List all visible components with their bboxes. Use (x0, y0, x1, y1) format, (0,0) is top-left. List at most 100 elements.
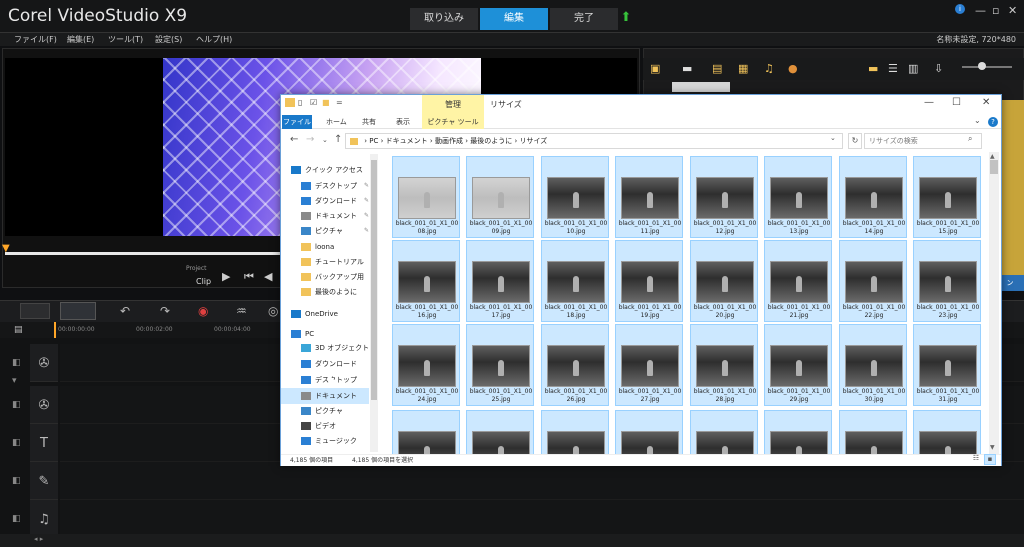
file-item[interactable]: black_001_01_X1_0012.jpg (690, 156, 758, 238)
nav-item[interactable]: ドキュメント ✎ (281, 208, 369, 224)
address-bar[interactable]: › PC › ドキュメント › 動画作成 › 最後のように › リサイズ (345, 133, 843, 149)
file-item[interactable]: black_001_01_X1_0030.jpg (839, 324, 907, 406)
maximize-button[interactable]: ☐ (952, 97, 961, 108)
undo-icon[interactable]: ↶ (120, 304, 130, 318)
breadcrumb-video-creation[interactable]: 動画作成 (435, 137, 463, 145)
scroll-down-icon[interactable]: ▼ (990, 444, 995, 451)
voice-track[interactable] (60, 462, 1024, 500)
file-item[interactable]: black_001_01_X1_0011.jpg (615, 156, 683, 238)
file-item[interactable]: black_001_01_X1_0022.jpg (839, 240, 907, 322)
info-icon[interactable]: i (955, 4, 965, 14)
file-item[interactable]: black_001_01_X1_0020.jpg (690, 240, 758, 322)
scrub-handle[interactable]: ▼ (2, 243, 12, 254)
track-expand-icon[interactable]: ▾ (12, 376, 17, 386)
search-input[interactable]: リサイズの検索 (864, 133, 982, 149)
refresh-icon[interactable]: ↻ (848, 133, 862, 149)
nav-item[interactable]: 3D オブジェクト (281, 340, 369, 356)
chevron-down-icon[interactable]: ⌄ (830, 134, 836, 142)
effects-icon[interactable]: ● (788, 62, 798, 75)
slider-knob[interactable] (978, 62, 986, 70)
nav-item[interactable]: クイック アクセス (281, 162, 369, 178)
scroll-up-icon[interactable]: ▲ (990, 153, 995, 160)
record-icon[interactable]: ◉ (198, 304, 208, 318)
chevron-down-icon[interactable]: ⌄ (974, 116, 981, 125)
nav-item[interactable]: バックアップ用 (281, 269, 369, 285)
file-item[interactable]: black_001_01_X1_0026.jpg (541, 324, 609, 406)
import-icon[interactable]: ⇩ (934, 62, 943, 75)
help-icon[interactable]: ? (988, 117, 998, 127)
track-toggle-icon[interactable]: ◧ (12, 400, 21, 410)
redo-icon[interactable]: ↷ (160, 304, 170, 318)
track-toggle-icon[interactable]: ◧ (12, 438, 21, 448)
file-item[interactable]: black_001_01_X1_0029.jpg (764, 324, 832, 406)
nav-scrollbar-thumb[interactable] (371, 160, 377, 400)
file-item[interactable]: black_001_01_X1_0023.jpg (913, 240, 981, 322)
nav-item[interactable]: ミュージック (281, 433, 369, 449)
track-toggle-icon[interactable]: ◧ (12, 514, 21, 524)
playhead[interactable] (54, 322, 56, 338)
file-item[interactable] (839, 410, 907, 454)
recent-locations-icon[interactable]: ⌄ (322, 136, 328, 144)
tab-edit[interactable]: 編集 (480, 8, 548, 30)
checkmark-icon[interactable]: ☑ (310, 98, 317, 107)
folder-icon[interactable]: ▬ (682, 62, 692, 75)
customize-qat-icon[interactable]: = (336, 98, 343, 107)
track-toggle-icon[interactable]: ◧ (12, 476, 21, 486)
nav-item[interactable]: 最後のように (281, 284, 369, 300)
close-button[interactable]: ✕ (982, 97, 990, 108)
minimize-button[interactable]: — (975, 4, 986, 17)
search-icon[interactable]: ⌕ (968, 134, 972, 144)
file-item[interactable]: black_001_01_X1_0027.jpg (615, 324, 683, 406)
menu-tools[interactable]: ツール(T) (108, 34, 143, 45)
close-button[interactable]: ✕ (1008, 4, 1017, 17)
file-item[interactable]: black_001_01_X1_0021.jpg (764, 240, 832, 322)
nav-item[interactable]: ビデオ (281, 418, 369, 434)
forward-arrow-icon[interactable]: → (306, 134, 314, 145)
menu-edit[interactable]: 編集(E) (67, 34, 94, 45)
tab-capture[interactable]: 取り込み (410, 8, 478, 30)
transition-icon[interactable]: ▤ (712, 62, 722, 75)
file-item[interactable]: black_001_01_X1_0008.jpg (392, 156, 460, 238)
file-item[interactable] (615, 410, 683, 454)
scroll-arrows-icon[interactable]: ◂ ▸ (34, 535, 43, 543)
back-arrow-icon[interactable]: ← (290, 134, 298, 145)
project-mode-label[interactable]: Project (186, 265, 207, 272)
tab-manage[interactable]: 管理 (422, 95, 484, 115)
tracks-icon[interactable]: ▤ (14, 325, 23, 335)
play-icon[interactable]: ▶ (222, 270, 230, 283)
track-toggle-icon[interactable]: ◧ (12, 358, 21, 368)
details-view-icon[interactable]: ☷ (970, 454, 982, 465)
thumbnail-size-slider[interactable] (962, 66, 1012, 68)
nav-item[interactable]: ピクチャ (281, 403, 369, 419)
menu-help[interactable]: ヘルプ(H) (196, 34, 232, 45)
media-icon[interactable]: ▣ (650, 62, 660, 75)
audio-mixer-icon[interactable]: ♒ (236, 304, 247, 318)
file-item[interactable]: black_001_01_X1_0013.jpg (764, 156, 832, 238)
file-item[interactable] (541, 410, 609, 454)
nav-item[interactable]: OneDrive (281, 306, 369, 322)
view-thumbnails-icon[interactable]: ▬ (868, 62, 878, 75)
tab-share[interactable]: 共有 (362, 115, 376, 129)
motion-tracking-icon[interactable]: ◎ (268, 304, 278, 318)
file-item[interactable]: black_001_01_X1_0028.jpg (690, 324, 758, 406)
nav-item[interactable]: チュートリアル (281, 254, 369, 270)
music-icon[interactable]: ♫ (764, 62, 774, 75)
file-item[interactable]: black_001_01_X1_0010.jpg (541, 156, 609, 238)
tab-file[interactable]: ファイル (282, 115, 312, 129)
nav-item[interactable]: ドキュメント (281, 388, 369, 404)
breadcrumb-documents[interactable]: ドキュメント (386, 137, 428, 145)
content-scrollbar-thumb[interactable] (990, 160, 998, 174)
clip-mode-label[interactable]: Clip (196, 277, 211, 286)
file-item[interactable] (764, 410, 832, 454)
storyboard-view-button[interactable] (20, 303, 50, 319)
tab-share[interactable]: 完了 (550, 8, 618, 30)
nav-item[interactable]: loona (281, 239, 369, 255)
pin-icon[interactable]: ✎ (364, 193, 369, 209)
up-arrow-icon[interactable]: ↑ (334, 134, 342, 145)
image-icon[interactable]: ▦ (738, 62, 748, 75)
large-icons-view-icon[interactable]: ▪ (984, 454, 996, 465)
upload-icon[interactable]: ⬆ (619, 10, 633, 26)
file-item[interactable]: black_001_01_X1_0015.jpg (913, 156, 981, 238)
music-track[interactable] (60, 500, 1024, 538)
file-item[interactable]: black_001_01_X1_0016.jpg (392, 240, 460, 322)
